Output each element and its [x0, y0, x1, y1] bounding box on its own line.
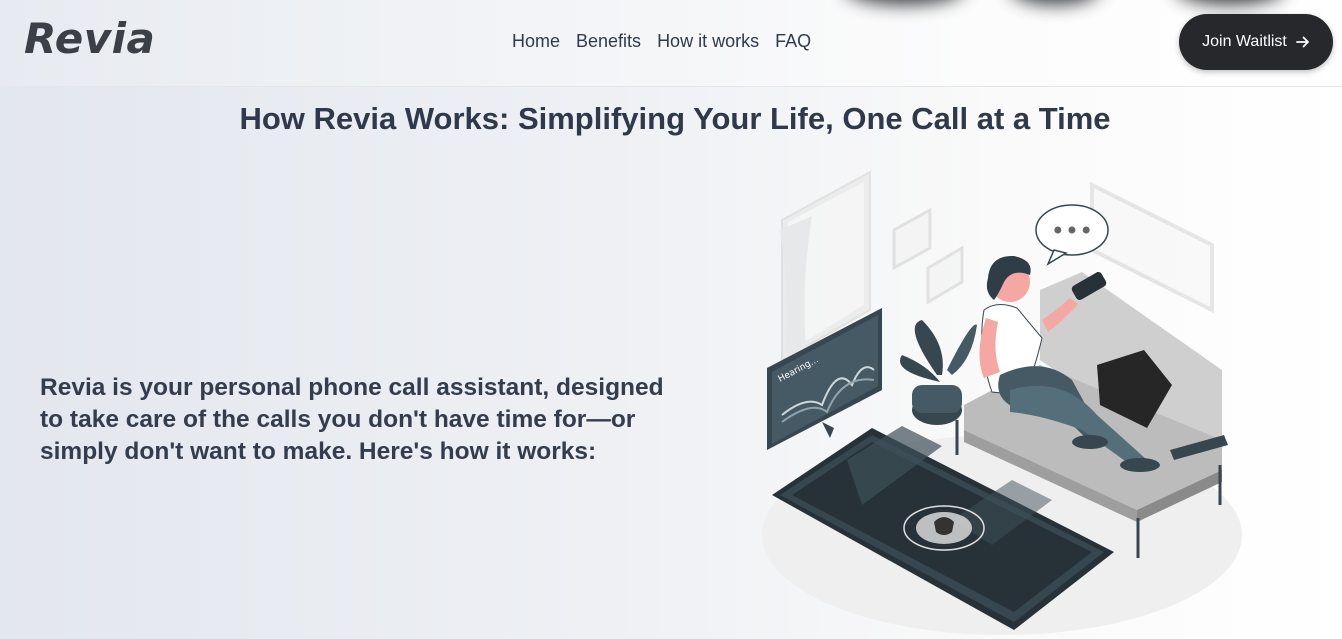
- decorative-blob: [1175, 0, 1285, 4]
- join-waitlist-label: Join Waitlist: [1202, 33, 1287, 50]
- decorative-blob: [1010, 0, 1100, 4]
- nav-benefits-link[interactable]: Benefits: [576, 31, 641, 52]
- microphone-icon: [934, 517, 954, 535]
- nav-faq-link[interactable]: FAQ: [775, 31, 811, 52]
- logo[interactable]: Revia: [24, 14, 155, 63]
- decorative-blob: [845, 0, 965, 4]
- nav-how-it-works-link[interactable]: How it works: [657, 31, 759, 52]
- site-header: Revia Home Benefits How it works FAQ Joi…: [0, 0, 1342, 87]
- phone-assistant-illustration: ••• Hearing...: [762, 170, 1242, 635]
- main-nav: Home Benefits How it works FAQ: [512, 31, 811, 52]
- speech-bubble: •••: [1035, 204, 1109, 266]
- nav-home-link[interactable]: Home: [512, 31, 560, 52]
- section-title: How Revia Works: Simplifying Your Life, …: [239, 101, 1111, 136]
- section-description: Revia is your personal phone call assist…: [40, 374, 664, 465]
- arrow-right-icon: [1295, 36, 1309, 48]
- bubble-dots: •••: [1051, 217, 1093, 245]
- join-waitlist-button[interactable]: Join Waitlist: [1179, 14, 1333, 70]
